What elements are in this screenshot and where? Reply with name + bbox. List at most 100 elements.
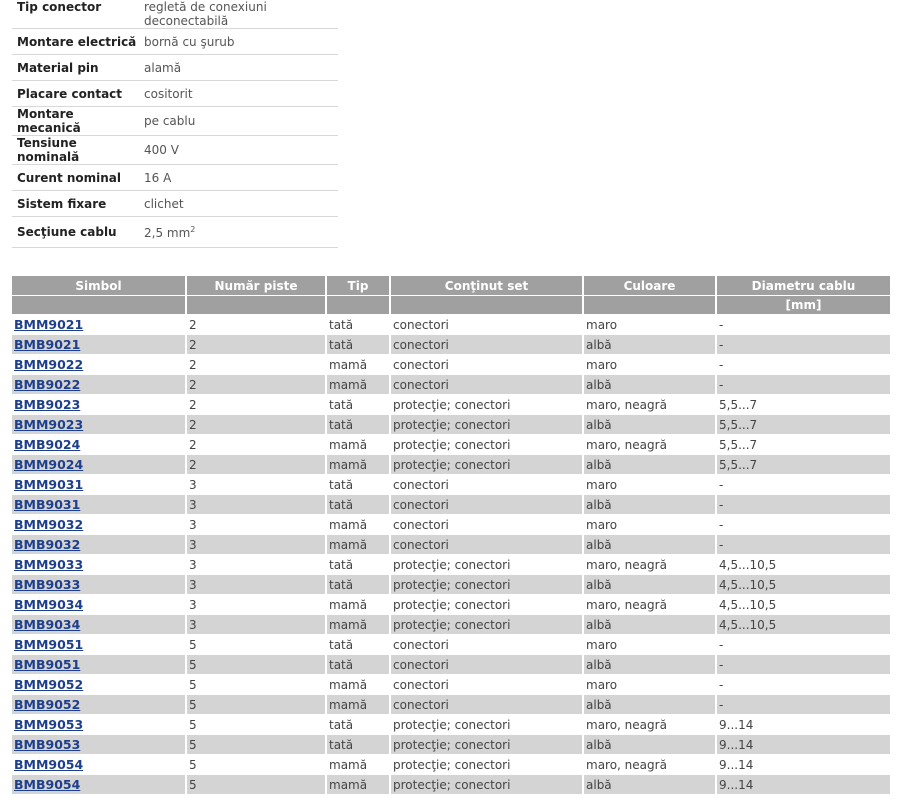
cell-simbol: BMB9022 xyxy=(12,374,187,394)
spec-value: pe cablu xyxy=(139,106,338,136)
product-symbol-link[interactable]: BMB9032 xyxy=(14,537,80,552)
specs-table: Tip conector regletă de conexiuni deconec… xyxy=(12,0,338,248)
cell-simbol: BMB9021 xyxy=(12,334,187,354)
cell-culoare: maro, neagră xyxy=(584,434,717,454)
product-symbol-link[interactable]: BMM9054 xyxy=(14,757,83,772)
product-symbol-link[interactable]: BMM9021 xyxy=(14,317,83,332)
cell-numar-piste: 5 xyxy=(187,674,327,694)
cell-simbol: BMM9034 xyxy=(12,594,187,614)
product-symbol-link[interactable]: BMB9021 xyxy=(14,337,80,352)
spec-row: Material pin alamă xyxy=(12,54,338,81)
spec-value-text: regletă de conexiuni deconectabilă xyxy=(144,0,267,28)
cell-numar-piste: 5 xyxy=(187,754,327,774)
cell-continut-set: conectori xyxy=(391,494,584,514)
spec-label: Secţiune cablu xyxy=(12,216,139,248)
product-table: Simbol Număr piste Tip Conţinut set Culo… xyxy=(12,276,890,794)
cell-diametru-cablu: - xyxy=(717,354,890,374)
cell-numar-piste: 3 xyxy=(187,514,327,534)
cell-continut-set: conectori xyxy=(391,694,584,714)
cell-tip: tată xyxy=(327,554,391,574)
cell-culoare: albă xyxy=(584,574,717,594)
spec-row: Tensiune nominală 400 V xyxy=(12,135,338,165)
product-symbol-link[interactable]: BMB9052 xyxy=(14,697,80,712)
cell-tip: tată xyxy=(327,574,391,594)
cell-culoare: albă xyxy=(584,654,717,674)
cell-tip: tată xyxy=(327,414,391,434)
product-symbol-link[interactable]: BMM9022 xyxy=(14,357,83,372)
product-symbol-link[interactable]: BMB9033 xyxy=(14,577,80,592)
cell-diametru-cablu: 4,5...10,5 xyxy=(717,614,890,634)
cell-tip: mamă xyxy=(327,694,391,714)
product-symbol-link[interactable]: BMB9022 xyxy=(14,377,80,392)
cell-culoare: albă xyxy=(584,374,717,394)
cell-continut-set: protecţie; conectori xyxy=(391,574,584,594)
product-symbol-link[interactable]: BMB9054 xyxy=(14,777,80,792)
cell-numar-piste: 5 xyxy=(187,634,327,654)
spec-label: Placare contact xyxy=(12,80,139,107)
spec-row: Tip conector regletă de conexiuni deconec… xyxy=(12,0,338,29)
cell-simbol: BMM9021 xyxy=(12,314,187,334)
cell-simbol: BMB9033 xyxy=(12,574,187,594)
spec-value: cositorit xyxy=(139,80,338,107)
cell-diametru-cablu: 9...14 xyxy=(717,754,890,774)
product-symbol-link[interactable]: BMM9033 xyxy=(14,557,83,572)
table-row: BMB9034 3 mamă protecţie; conectori albă 4,5.… xyxy=(12,614,890,634)
cell-simbol: BMM9051 xyxy=(12,634,187,654)
table-row: BMB9052 5 mamă conectori albă - xyxy=(12,694,890,714)
table-row: BMB9031 3 tată conectori albă - xyxy=(12,494,890,514)
cell-numar-piste: 3 xyxy=(187,574,327,594)
cell-numar-piste: 2 xyxy=(187,354,327,374)
cell-tip: tată xyxy=(327,494,391,514)
cell-continut-set: protecţie; conectori xyxy=(391,734,584,754)
product-symbol-link[interactable]: BMM9032 xyxy=(14,517,83,532)
product-symbol-link[interactable]: BMB9053 xyxy=(14,737,80,752)
spec-value-text: pe cablu xyxy=(144,114,196,128)
product-symbol-link[interactable]: BMM9052 xyxy=(14,677,83,692)
cell-culoare: albă xyxy=(584,614,717,634)
product-symbol-link[interactable]: BMM9034 xyxy=(14,597,83,612)
cell-culoare: maro, neagră xyxy=(584,394,717,414)
cell-continut-set: protecţie; conectori xyxy=(391,594,584,614)
product-symbol-link[interactable]: BMM9053 xyxy=(14,717,83,732)
table-row: BMM9051 5 tată conectori maro - xyxy=(12,634,890,654)
cell-culoare: maro xyxy=(584,634,717,654)
cell-diametru-cablu: 5,5...7 xyxy=(717,414,890,434)
product-symbol-link[interactable]: BMM9051 xyxy=(14,637,83,652)
cell-simbol: BMB9031 xyxy=(12,494,187,514)
cell-culoare: maro xyxy=(584,514,717,534)
cell-diametru-cablu: - xyxy=(717,654,890,674)
spec-row: Montare electrică bornă cu şurub xyxy=(12,28,338,55)
cell-tip: mamă xyxy=(327,514,391,534)
table-row: BMM9031 3 tată conectori maro - xyxy=(12,474,890,494)
cell-numar-piste: 3 xyxy=(187,534,327,554)
product-symbol-link[interactable]: BMM9023 xyxy=(14,417,83,432)
table-row: BMM9033 3 tată protecţie; conectori maro, ne… xyxy=(12,554,890,574)
cell-culoare: maro xyxy=(584,474,717,494)
col-header-tip: Tip xyxy=(327,276,391,295)
cell-continut-set: conectori xyxy=(391,354,584,374)
table-row: BMB9032 3 mamă conectori albă - xyxy=(12,534,890,554)
cell-diametru-cablu: - xyxy=(717,314,890,334)
cell-culoare: albă xyxy=(584,734,717,754)
cell-continut-set: protecţie; conectori xyxy=(391,554,584,574)
cell-culoare: albă xyxy=(584,694,717,714)
product-symbol-link[interactable]: BMB9031 xyxy=(14,497,80,512)
cell-continut-set: protecţie; conectori xyxy=(391,434,584,454)
product-symbol-link[interactable]: BMM9031 xyxy=(14,477,83,492)
product-symbol-link[interactable]: BMB9034 xyxy=(14,617,80,632)
cell-culoare: maro, neagră xyxy=(584,594,717,614)
product-symbol-link[interactable]: BMB9024 xyxy=(14,437,80,452)
cell-diametru-cablu: - xyxy=(717,334,890,354)
spec-value: clichet xyxy=(139,190,338,217)
table-row: BMB9033 3 tată protecţie; conectori albă 4,5.… xyxy=(12,574,890,594)
cell-numar-piste: 5 xyxy=(187,774,327,794)
cell-culoare: maro, neagră xyxy=(584,554,717,574)
product-symbol-link[interactable]: BMM9024 xyxy=(14,457,83,472)
product-symbol-link[interactable]: BMB9051 xyxy=(14,657,80,672)
spec-label: Montare electrică xyxy=(12,28,139,55)
spec-value-text: 400 V xyxy=(144,143,179,157)
spec-row: Placare contact cositorit xyxy=(12,80,338,107)
product-symbol-link[interactable]: BMB9023 xyxy=(14,397,80,412)
cell-diametru-cablu: - xyxy=(717,534,890,554)
cell-simbol: BMB9034 xyxy=(12,614,187,634)
